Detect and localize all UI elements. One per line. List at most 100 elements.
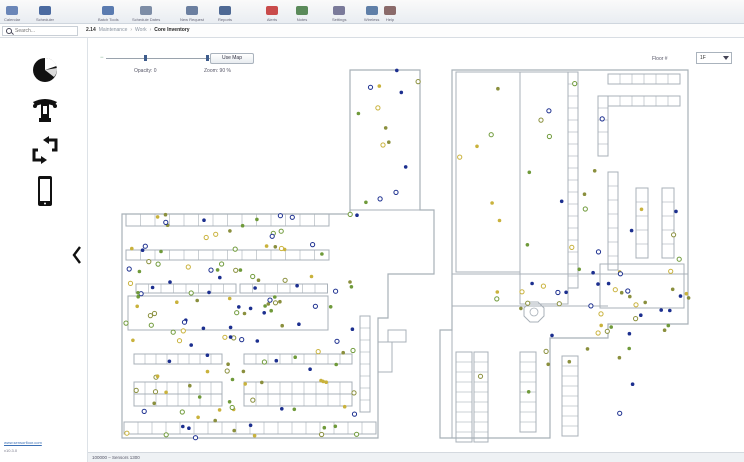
sensor-dot xyxy=(256,278,261,282)
sensor-dot xyxy=(202,218,206,222)
sensor-dot xyxy=(625,288,631,294)
sensor-dot xyxy=(676,256,682,262)
opacity-label: Opacity: 0 xyxy=(134,68,157,74)
sensor-dot xyxy=(272,300,279,306)
sensor-dot xyxy=(630,382,635,387)
sensor-dot xyxy=(147,313,154,319)
breadcrumb-work[interactable]: Work xyxy=(135,27,147,33)
mobile-device-icon[interactable] xyxy=(30,174,60,208)
sensor-dot xyxy=(659,308,663,312)
sensor-dot xyxy=(591,270,595,275)
sensor-dot xyxy=(525,243,530,247)
sensor-dot xyxy=(333,288,339,294)
dashboard-icon[interactable] xyxy=(30,54,60,88)
sensor-dot xyxy=(293,355,297,360)
sensor-dot xyxy=(140,248,145,252)
sensor-dot xyxy=(403,165,408,169)
zoom-out-icon[interactable]: − xyxy=(100,55,104,61)
floor-select[interactable]: 1F xyxy=(696,52,732,64)
vendor-link[interactable]: www.sensorfloor.com xyxy=(4,440,74,446)
sensor-dot xyxy=(633,302,639,308)
sensor-dot xyxy=(526,390,531,394)
toolbar-button[interactable]: Scheduler xyxy=(36,2,54,22)
sensor-dot xyxy=(292,407,297,412)
toolbar-button-label: Wireless xyxy=(364,17,380,22)
search-input[interactable] xyxy=(15,28,75,34)
sensor-dot xyxy=(320,252,324,256)
building-plan-icon[interactable] xyxy=(30,94,60,128)
sensor-dot xyxy=(457,154,463,160)
floor-plan-svg[interactable] xyxy=(88,38,744,452)
sensor-dot xyxy=(123,320,129,326)
sensor-dot xyxy=(274,358,279,363)
search-breadcrumb-bar: 2.14 Maintenance › Work › Core Inventory xyxy=(0,24,744,38)
toolbar-icon xyxy=(219,6,231,15)
zoom-slider-handle[interactable] xyxy=(206,55,209,61)
sensor-dot xyxy=(380,142,386,148)
breadcrumb-root[interactable]: 2.14 xyxy=(86,27,96,33)
sensor-dot xyxy=(415,79,421,85)
collapse-panel-icon[interactable] xyxy=(70,244,84,266)
toolbar-button[interactable]: Settings xyxy=(332,2,346,22)
sensor-dot xyxy=(475,144,479,149)
toolbar-button[interactable]: New Request xyxy=(180,2,204,22)
toolbar-button-label: Calendar xyxy=(4,17,21,22)
sensor-dot xyxy=(674,209,678,214)
sensor-dot xyxy=(234,310,240,316)
west-hall xyxy=(455,71,521,273)
sensor-dot xyxy=(297,322,301,327)
sensor-dot xyxy=(599,323,603,328)
floor-map-canvas[interactable]: − + Use Map Opacity: 0 Zoom: 90 % Floor … xyxy=(88,38,744,452)
sensor-dot xyxy=(666,323,671,328)
opacity-slider[interactable] xyxy=(106,58,214,59)
breadcrumb-maintenance[interactable]: Maintenance xyxy=(99,27,128,33)
sensor-dot xyxy=(351,411,358,417)
transfer-icon[interactable] xyxy=(30,134,60,168)
toolbar-button[interactable]: Reports xyxy=(218,2,232,22)
search-box[interactable] xyxy=(2,26,78,36)
sensor-dot xyxy=(282,277,288,283)
sensor-dot xyxy=(222,334,228,340)
sensor-dot xyxy=(577,267,581,272)
sensor-dot xyxy=(351,390,357,396)
sensor-dot xyxy=(572,81,578,87)
toolbar-button-label: Notes xyxy=(296,17,308,22)
toolbar-button[interactable]: Alerts xyxy=(266,2,278,22)
sensor-dot xyxy=(228,229,232,233)
sensor-dot xyxy=(686,296,691,300)
toolbar-button[interactable]: Help xyxy=(384,2,396,22)
toolbar-button[interactable]: Schedule Dates xyxy=(132,2,160,22)
sensor-dot xyxy=(269,308,273,313)
sensor-dot xyxy=(273,295,277,299)
stall-column-s2 xyxy=(473,351,489,443)
toolbar-button[interactable]: Batch Tools xyxy=(98,2,119,22)
stall-row-4b xyxy=(243,353,353,365)
use-map-button[interactable]: Use Map xyxy=(210,53,254,64)
status-bar: 100000 – Sensors 1300 xyxy=(88,452,744,462)
toolbar-icon xyxy=(333,6,346,15)
toolbar-button[interactable]: Notes xyxy=(296,2,308,22)
sensor-dot xyxy=(152,401,156,406)
sensor-dot xyxy=(670,287,675,292)
toolbar-button[interactable]: Wireless xyxy=(364,2,379,22)
opacity-slider-handle[interactable] xyxy=(143,55,147,61)
sensor-dot xyxy=(315,349,321,355)
toolbar-button[interactable]: Calendar xyxy=(4,2,20,22)
sensor-dot xyxy=(629,228,634,233)
right-building-outline xyxy=(439,69,689,439)
toolbar-button-label: Help xyxy=(385,17,395,22)
sensor-dot xyxy=(260,380,264,385)
toolbar-icon xyxy=(296,6,308,15)
sensor-dot xyxy=(215,268,220,272)
sensor-dot xyxy=(280,407,284,411)
plaza-center xyxy=(529,307,539,317)
sensor-dot xyxy=(266,302,271,306)
app-window: Calendar Scheduler Batch Tools Schedule Dat… xyxy=(0,0,744,462)
sensor-dot xyxy=(187,426,191,431)
sensor-dot xyxy=(278,245,285,252)
sensor-dot xyxy=(205,369,210,374)
sensor-dot xyxy=(393,189,399,195)
sensor-dot xyxy=(348,280,352,284)
sensor-dot xyxy=(155,261,161,267)
sensor-dot xyxy=(395,68,399,73)
